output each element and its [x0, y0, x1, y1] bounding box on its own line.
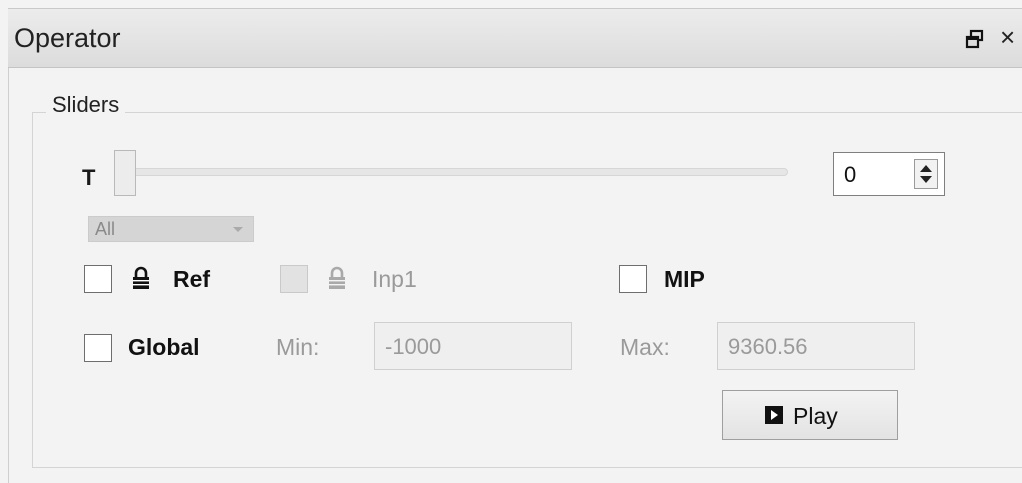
panel-border: [8, 68, 9, 483]
float-icon[interactable]: [965, 29, 985, 49]
channel-combo[interactable]: All: [88, 216, 254, 242]
min-field[interactable]: -1000: [374, 322, 572, 370]
panel-title: Operator: [14, 23, 121, 53]
slider-handle[interactable]: [114, 150, 136, 196]
lock-icon-disabled: [329, 266, 345, 289]
ref-checkbox[interactable]: [84, 265, 112, 293]
slider-track[interactable]: [116, 168, 788, 176]
chevron-down-icon: [233, 227, 243, 232]
play-button[interactable]: Play: [722, 390, 898, 440]
mip-label: MIP: [664, 266, 705, 292]
min-label: Min:: [276, 334, 320, 360]
mip-checkbox[interactable]: [619, 265, 647, 293]
max-label: Max:: [620, 334, 670, 360]
operator-panel: Operator × Sliders T 0 All Ref Inp1 MIP …: [0, 0, 1022, 483]
combo-selected: All: [95, 219, 116, 239]
inp1-checkbox[interactable]: [280, 265, 308, 293]
close-icon[interactable]: ×: [1000, 22, 1015, 52]
play-label: Play: [793, 403, 838, 429]
lock-icon: [133, 266, 149, 289]
spinbox-buttons[interactable]: [914, 159, 938, 189]
title-bar: Operator ×: [8, 8, 1022, 68]
spinbox-value[interactable]: 0: [844, 162, 856, 188]
inp1-label: Inp1: [372, 266, 417, 292]
spin-up-icon[interactable]: [920, 165, 932, 172]
ref-label: Ref: [173, 266, 211, 292]
t-spinbox[interactable]: 0: [833, 152, 945, 196]
slider-label: T: [82, 165, 96, 190]
spin-down-icon[interactable]: [920, 176, 932, 183]
max-field[interactable]: 9360.56: [717, 322, 915, 370]
global-checkbox[interactable]: [84, 334, 112, 362]
group-title: Sliders: [46, 92, 126, 118]
play-icon: [765, 406, 783, 424]
global-label: Global: [128, 334, 200, 360]
